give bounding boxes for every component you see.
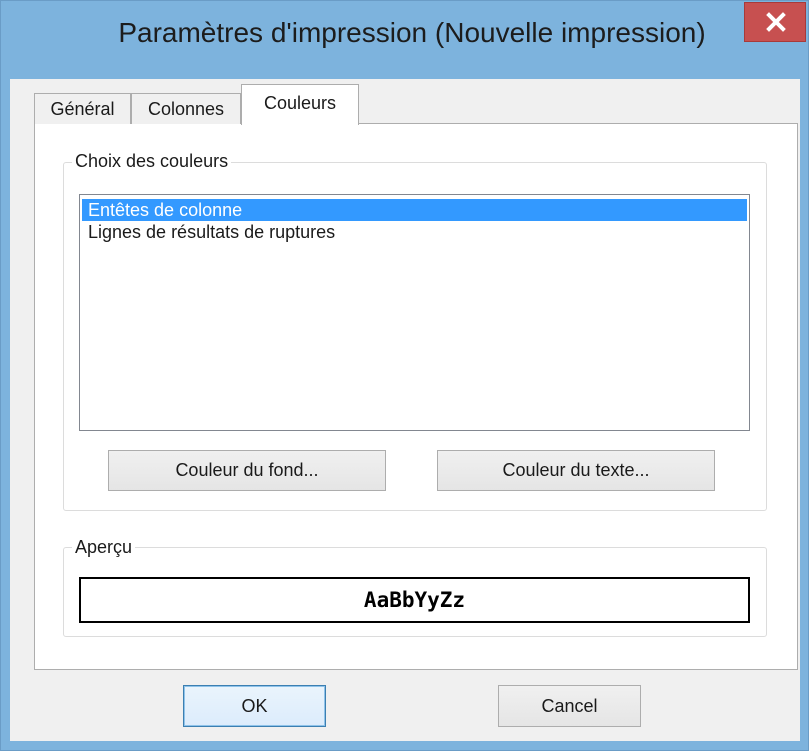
tab-general[interactable]: Général	[34, 93, 131, 124]
tab-colonnes[interactable]: Colonnes	[131, 93, 241, 124]
list-item-column-headers[interactable]: Entêtes de colonne	[82, 199, 747, 221]
tab-couleurs[interactable]: Couleurs	[241, 84, 359, 125]
print-settings-dialog: Paramètres d'impression (Nouvelle impres…	[0, 0, 809, 751]
color-target-list[interactable]: Entêtes de colonne Lignes de résultats d…	[79, 194, 750, 431]
cancel-button[interactable]: Cancel	[498, 685, 641, 727]
title-bar[interactable]: Paramètres d'impression (Nouvelle impres…	[1, 1, 808, 79]
preview-group-label: Aperçu	[72, 537, 136, 558]
ok-button[interactable]: OK	[183, 685, 326, 727]
list-item-break-result-lines[interactable]: Lignes de résultats de ruptures	[82, 221, 747, 243]
close-icon	[766, 12, 786, 32]
close-button[interactable]	[744, 2, 806, 42]
text-color-button[interactable]: Couleur du texte...	[437, 450, 715, 491]
background-color-button[interactable]: Couleur du fond...	[108, 450, 386, 491]
window-title: Paramètres d'impression (Nouvelle impres…	[118, 17, 706, 48]
colors-group-label: Choix des couleurs	[72, 151, 232, 172]
preview-sample: AaBbYyZz	[79, 577, 750, 623]
